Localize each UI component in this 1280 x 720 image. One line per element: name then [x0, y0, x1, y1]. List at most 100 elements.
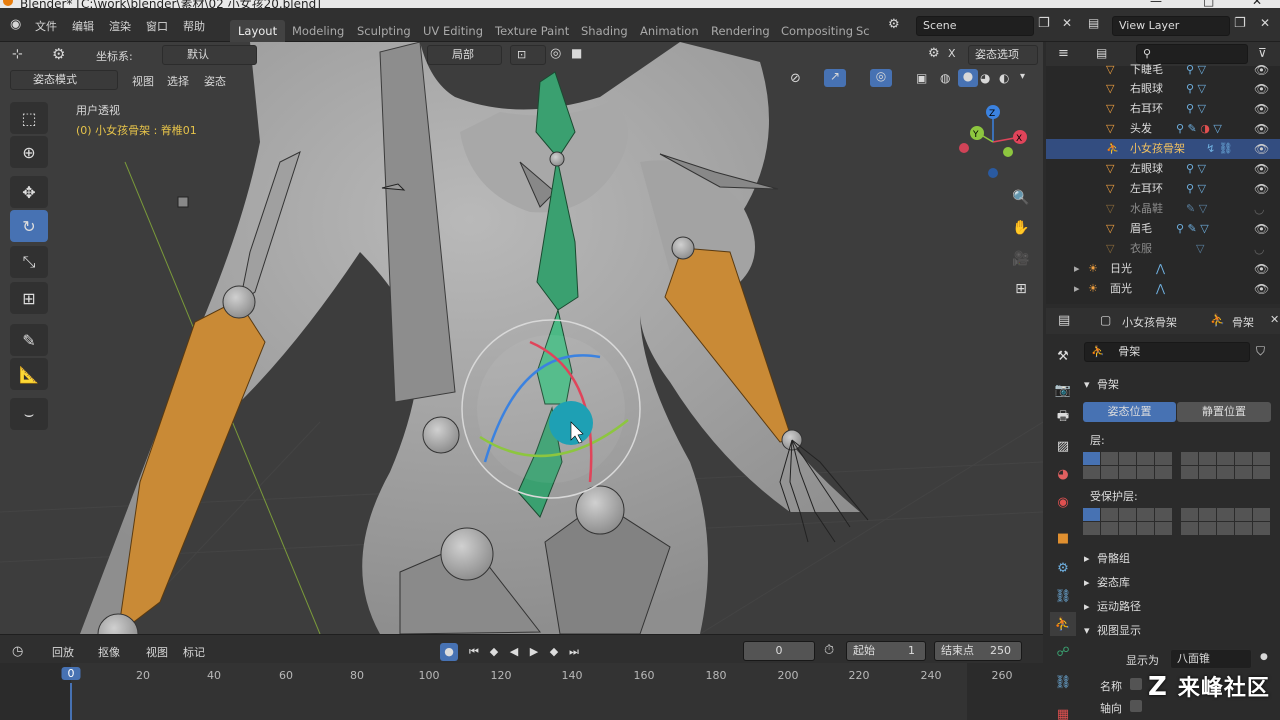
start-frame-field[interactable]: 起始 1 — [846, 641, 926, 661]
menu-select[interactable]: 选择 — [167, 73, 189, 89]
menu-keying[interactable]: 抠像 — [98, 644, 120, 660]
pose-position-button[interactable]: 姿态位置 — [1083, 402, 1176, 422]
xray-icon[interactable]: ▣ — [916, 71, 927, 85]
modifier-tab-icon[interactable]: ⚙ — [1050, 556, 1076, 580]
measure-tool[interactable]: 📐 — [10, 358, 48, 390]
pan-button[interactable]: ✋ — [1007, 214, 1035, 242]
motion-paths-section[interactable]: ▸ 运动路径 — [1084, 598, 1141, 614]
mode-dropdown[interactable]: 姿态模式 — [10, 70, 118, 90]
new-scene-icon[interactable]: ❐ — [1038, 16, 1050, 31]
visibility-eye-icon[interactable]: 👁 — [1254, 179, 1269, 199]
fake-user-shield-icon[interactable]: ⛉ — [1256, 344, 1265, 359]
tab-animation[interactable]: Animation — [632, 20, 707, 42]
visibility-eye-icon[interactable]: 👁 — [1254, 60, 1269, 80]
bone-tab-icon[interactable]: ☍ — [1050, 640, 1076, 664]
outliner-row[interactable]: ▽ 右眼球 ⚲ ▽ 👁 — [1046, 79, 1280, 99]
playhead-frame[interactable]: 0 — [61, 667, 81, 680]
tool-tab-icon[interactable]: ⚒ — [1050, 344, 1076, 368]
transform-tool[interactable]: ⊞ — [10, 282, 48, 314]
outliner-row[interactable]: ▽ 衣服 ▽ ◡ — [1046, 239, 1280, 259]
tab-rendering[interactable]: Rendering — [703, 20, 778, 42]
outliner-row[interactable]: ▽ 头发 ⚲ ✎ ◑ ▽ 👁 — [1046, 119, 1280, 139]
visibility-eye-icon[interactable]: 👁 — [1254, 159, 1269, 179]
visibility-eye-icon[interactable]: 👁 — [1254, 119, 1269, 139]
menu-marker[interactable]: 标记 — [183, 644, 205, 660]
layers-grid-left[interactable] — [1083, 452, 1172, 479]
transform-settings-icon[interactable]: ⚙ — [928, 46, 940, 61]
layers-grid-right[interactable] — [1181, 452, 1270, 479]
view-layer-tab-icon[interactable]: ▨ — [1050, 434, 1076, 458]
relax-pose-tool[interactable]: ⌣ — [10, 398, 48, 430]
armature-data-field[interactable]: ⛹ 骨架 — [1084, 342, 1250, 362]
viewport-display-section[interactable]: ▾ 视图显示 — [1084, 622, 1141, 638]
menu-pose[interactable]: 姿态 — [204, 73, 226, 89]
rendered-shading-icon[interactable]: ◐ — [999, 71, 1009, 85]
scale-tool[interactable]: ⤡ — [10, 246, 48, 278]
menu-render[interactable]: 渲染 — [109, 18, 131, 34]
next-keyframe-icon[interactable]: ◆ — [545, 643, 563, 661]
menu-timeline-view[interactable]: 视图 — [146, 644, 168, 660]
stopwatch-icon[interactable]: ⏱ — [824, 643, 834, 658]
visibility-eye-icon[interactable]: 👁 — [1254, 219, 1269, 239]
properties-editor-icon[interactable]: ▤ — [1058, 313, 1070, 328]
orientation-gizmo-icon[interactable]: ⚙ — [52, 45, 65, 63]
editor-type-icon[interactable]: ⊹ — [12, 47, 23, 62]
annotate-tool[interactable]: ✎ — [10, 324, 48, 356]
tab-scripting[interactable]: Sc — [854, 20, 872, 42]
delete-view-layer-icon[interactable]: ✕ — [1260, 16, 1270, 30]
menu-help[interactable]: 帮助 — [183, 18, 205, 34]
tab-layout[interactable]: Layout — [230, 20, 286, 42]
hidden-eye-icon[interactable]: ◡ — [1254, 199, 1264, 219]
pin-icon[interactable]: ✕ — [1270, 313, 1279, 326]
visibility-icon[interactable]: ⊘ — [790, 71, 801, 86]
outliner-row[interactable]: ▽ 左眼球 ⚲ ▽ 👁 — [1046, 159, 1280, 179]
prev-keyframe-icon[interactable]: ◆ — [485, 643, 503, 661]
wireframe-shading-icon[interactable]: ◍ — [940, 71, 950, 85]
scene-tab-icon[interactable]: ◕ — [1050, 462, 1076, 486]
constraint-tab-icon[interactable]: ⛓ — [1050, 584, 1076, 608]
close-button[interactable]: ✕ — [1252, 0, 1262, 8]
pose-options-dropdown[interactable]: 姿态选项 — [968, 45, 1038, 65]
visibility-eye-icon[interactable]: 👁 — [1254, 259, 1269, 279]
outliner-row[interactable]: ▽ 水晶鞋 ✎ ▽ ◡ — [1046, 199, 1280, 219]
move-tool[interactable]: ✥ — [10, 176, 48, 208]
gizmo-toggle-icon[interactable]: ↗ — [824, 69, 846, 87]
outliner-row[interactable]: ▽ 左耳环 ⚲ ▽ 👁 — [1046, 179, 1280, 199]
outliner-row[interactable]: ▽ 眉毛 ⚲ ✎ ▽ 👁 — [1046, 219, 1280, 239]
outliner-editor-icon[interactable]: ≡ — [1058, 46, 1069, 61]
snap-magnet-icon[interactable]: ◎ — [550, 46, 561, 61]
menu-window[interactable]: 窗口 — [146, 18, 168, 34]
protected-layers-grid-right[interactable] — [1181, 508, 1270, 535]
camera-view-button[interactable]: 🎥 — [1007, 245, 1035, 273]
playhead-line[interactable] — [70, 683, 72, 720]
world-tab-icon[interactable]: ◉ — [1050, 490, 1076, 514]
armature-tab-icon[interactable]: ⛹ — [1050, 612, 1076, 636]
visibility-eye-icon[interactable]: 👁 — [1254, 139, 1269, 159]
jump-end-icon[interactable]: ⏭ — [565, 643, 583, 661]
menu-edit[interactable]: 编辑 — [72, 18, 94, 34]
overlay-toggle-icon[interactable]: ◎ — [870, 69, 892, 87]
outliner-row[interactable]: ▽ 右耳环 ⚲ ▽ 👁 — [1046, 99, 1280, 119]
menu-file[interactable]: 文件 — [35, 18, 57, 34]
menu-view[interactable]: 视图 — [132, 73, 154, 89]
tab-texture-paint[interactable]: Texture Paint — [487, 20, 577, 42]
solid-shading-icon[interactable]: ● — [958, 69, 978, 87]
visibility-eye-icon[interactable]: 👁 — [1254, 99, 1269, 119]
bone-groups-section[interactable]: ▸ 骨骼组 — [1084, 550, 1130, 566]
protected-layers-grid-left[interactable] — [1083, 508, 1172, 535]
menu-playback[interactable]: 回放 — [52, 644, 74, 660]
timeline-editor-icon[interactable]: ◷ — [12, 644, 23, 659]
scene-selector-icon[interactable]: ⚙ — [888, 17, 900, 32]
axis-navigation-gizmo[interactable]: Z X Y — [959, 105, 1027, 178]
shading-options-icon[interactable]: ▾ — [1020, 71, 1025, 82]
axes-checkbox[interactable] — [1130, 700, 1142, 712]
pivot-dropdown[interactable]: 局部 — [427, 45, 502, 65]
current-frame-field[interactable]: 0 — [743, 641, 815, 661]
bone-constraint-tab-icon[interactable]: ⛓ — [1050, 670, 1076, 694]
tab-uv-editing[interactable]: UV Editing — [415, 20, 491, 42]
auto-keying-icon[interactable]: ● — [440, 643, 458, 661]
zoom-button[interactable]: 🔍 — [1007, 184, 1035, 212]
material-shading-icon[interactable]: ◕ — [980, 71, 990, 85]
minimize-button[interactable]: — — [1150, 0, 1162, 8]
tab-modeling[interactable]: Modeling — [284, 20, 352, 42]
